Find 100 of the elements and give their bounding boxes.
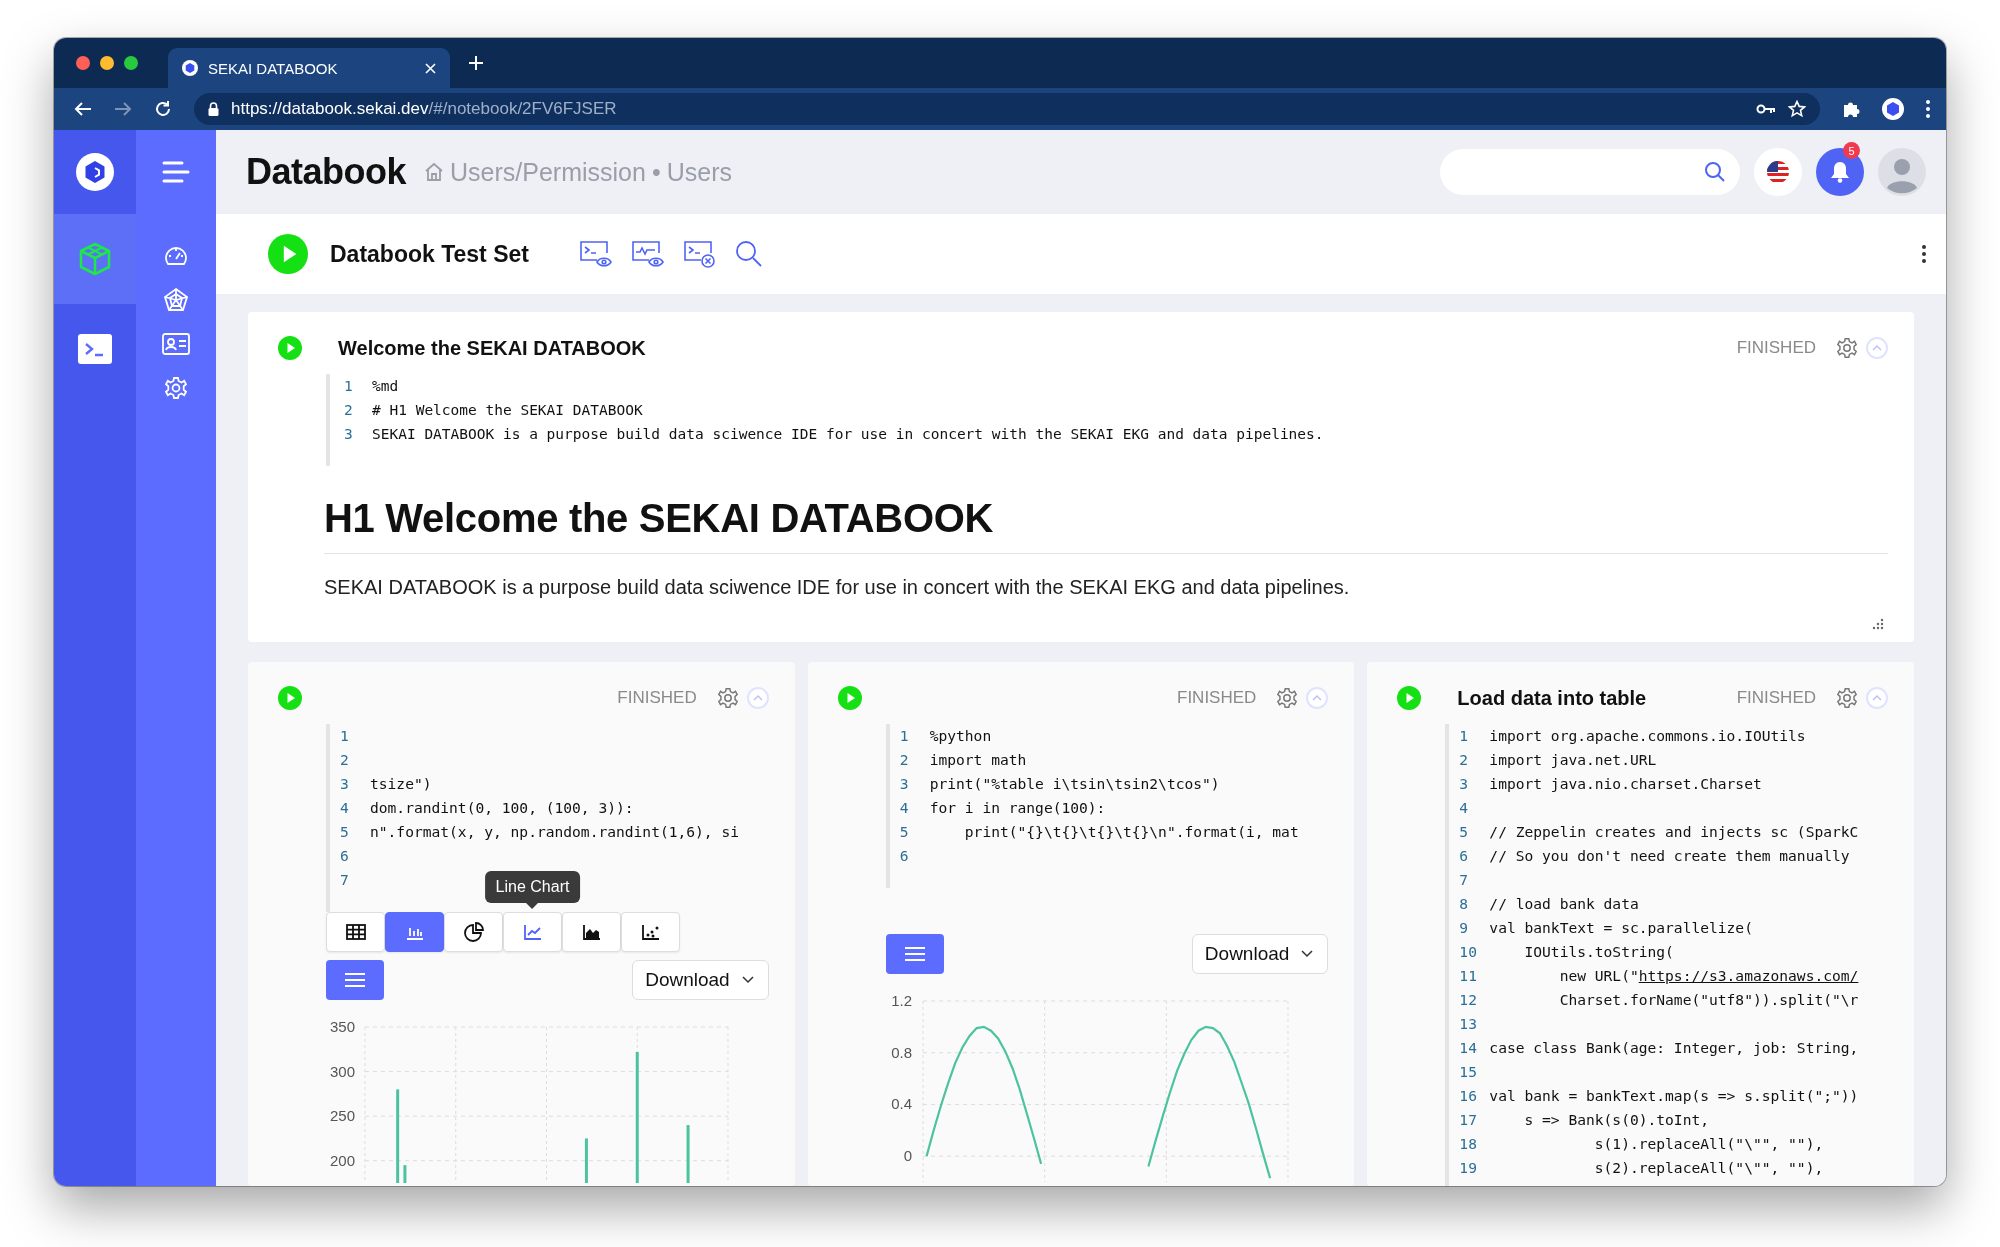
code-line: n".format(x, y, np.random.randint(1,6), si xyxy=(370,822,740,842)
area-chart-icon xyxy=(582,924,601,940)
caret-icon xyxy=(1872,695,1882,701)
paragraph-title: Welcome the SEKAI DATABOOK xyxy=(338,336,646,360)
chart-eye-icon[interactable] xyxy=(630,240,665,268)
notification-badge: 5 xyxy=(1843,142,1860,159)
notifications-button[interactable] xyxy=(1816,148,1864,196)
code-line: s(1).replaceAll("\"", ""), xyxy=(1593,1134,1824,1154)
download-button[interactable]: Download xyxy=(1191,934,1329,974)
code-line: %python xyxy=(929,726,992,746)
line-number: 4 xyxy=(339,798,350,818)
line-number: 5 xyxy=(339,822,350,842)
cube-icon xyxy=(77,241,113,277)
breadcrumb-separator: • xyxy=(651,157,661,187)
axis-label: 350 xyxy=(329,1018,355,1035)
axis-label: 1.2 xyxy=(890,992,912,1009)
close-window-button[interactable] xyxy=(76,56,90,70)
hexagon-icon xyxy=(182,60,198,76)
settings-icon[interactable] xyxy=(1836,687,1858,709)
puzzle-icon[interactable] xyxy=(1842,100,1860,118)
line-number: 4 xyxy=(1458,798,1470,818)
axis-label: 0 xyxy=(903,1147,912,1165)
line-number: 7 xyxy=(1458,870,1470,890)
code-line: SEKAI DATABOOK is a purpose build data sciwence IDE for use in concert with the SEKAI EKG and data pipelines. xyxy=(372,425,1324,444)
bar xyxy=(584,1138,588,1183)
line-number: 2 xyxy=(898,750,910,770)
download-button[interactable]: Download xyxy=(632,960,769,1000)
forward-icon[interactable] xyxy=(114,101,132,117)
search-icon[interactable] xyxy=(734,240,763,268)
code-line: import java.nio.charset.Charset xyxy=(1489,774,1762,794)
reload-icon[interactable] xyxy=(154,100,172,118)
line-number: 1 xyxy=(339,726,350,746)
search-icon[interactable] xyxy=(1704,161,1726,183)
code-link[interactable]: https://s3.amazonaws.com/ xyxy=(1638,967,1859,984)
line-number: 16 xyxy=(1458,1086,1478,1106)
menu-icon[interactable] xyxy=(162,161,190,183)
code-line: # H1 Welcome the SEKAI DATABOOK xyxy=(372,401,643,420)
kebab-menu-icon[interactable] xyxy=(1922,245,1926,263)
star-icon[interactable] xyxy=(1788,100,1806,118)
back-icon[interactable] xyxy=(74,101,92,117)
status-label: FINISHED xyxy=(1736,338,1816,358)
line-number: 12 xyxy=(1458,990,1478,1010)
menu-button[interactable] xyxy=(326,960,384,1000)
markdown-paragraph: SEKAI DATABOOK is a purpose build data sciwence IDE for use in concert with the SEKAI EKG and data pipelines. xyxy=(324,576,1351,599)
menu-button[interactable] xyxy=(885,934,944,974)
code-line: val bank = bankText.map(s => s.split(";")) xyxy=(1489,1086,1859,1106)
terminal-eye-icon[interactable] xyxy=(578,240,613,268)
line-number: 1 xyxy=(343,377,354,396)
id-card-icon[interactable] xyxy=(162,333,190,355)
code-line: %md xyxy=(372,377,399,396)
code-line: for i in range(100): xyxy=(929,798,1106,818)
resize-handle[interactable] xyxy=(1872,618,1884,630)
settings-icon[interactable] xyxy=(1836,337,1858,359)
pie-chart-icon xyxy=(463,922,484,942)
language-button[interactable] xyxy=(1754,148,1802,196)
kebab-menu-icon[interactable] xyxy=(1926,100,1930,118)
notebook-title: Databook Test Set xyxy=(330,240,529,268)
hexagon-logo[interactable] xyxy=(76,153,114,191)
line-number: 19 xyxy=(1458,1158,1478,1178)
settings-icon[interactable] xyxy=(1276,687,1299,709)
browser-tab[interactable]: SEKAI DATABOOK xyxy=(168,48,450,88)
line-number: 6 xyxy=(898,846,910,866)
code-line: case class Bank(age: Integer, job: String, xyxy=(1489,1038,1859,1058)
axis-label: 0.4 xyxy=(890,1095,912,1113)
line-number: 10 xyxy=(1458,942,1478,962)
code-line: s(2).replaceAll("\"", ""), xyxy=(1593,1158,1824,1178)
search-field[interactable] xyxy=(1440,149,1740,195)
radar-icon[interactable] xyxy=(163,287,189,313)
table-icon xyxy=(345,924,366,940)
new-tab-icon[interactable] xyxy=(468,55,484,71)
bell-icon xyxy=(1830,161,1850,183)
code-line: print("{}\t{}\t{}\t{}\n".format(i, mat xyxy=(963,822,1299,842)
status-label: FINISHED xyxy=(617,688,697,708)
terminal-close-icon[interactable] xyxy=(682,240,717,268)
close-icon[interactable] xyxy=(425,62,436,74)
bar xyxy=(686,1125,690,1183)
status-label: FINISHED xyxy=(1177,688,1257,708)
settings-icon[interactable] xyxy=(716,687,739,709)
axis-label: 200 xyxy=(329,1151,355,1169)
paragraph-title: Load data into table xyxy=(1457,686,1647,710)
caret-icon xyxy=(1301,950,1314,958)
maximize-button[interactable] xyxy=(124,56,138,70)
line-number: 6 xyxy=(339,846,350,866)
line-number: 3 xyxy=(343,425,354,444)
line-number: 3 xyxy=(898,774,910,794)
code-line: // So you don't need create them manually xyxy=(1489,846,1850,866)
code-line: dom.randint(0, 100, (100, 3)): xyxy=(370,798,634,818)
axis-label: 0.8 xyxy=(890,1043,912,1061)
gauge-icon[interactable] xyxy=(163,244,189,268)
key-icon[interactable] xyxy=(1756,103,1776,115)
line-number: 1 xyxy=(898,726,910,746)
code-line: val bankText = sc.parallelize( xyxy=(1489,918,1753,938)
code-line: IOUtils.toString( xyxy=(1523,942,1674,962)
line-number: 11 xyxy=(1458,966,1478,986)
code-line: import math xyxy=(929,750,1027,770)
code-line: import java.net.URL xyxy=(1489,750,1657,770)
address-bar[interactable]: https://databook.sekai.dev/#/notebook/2FV6FJSER xyxy=(194,93,1820,125)
code-line: // load bank data xyxy=(1489,894,1639,914)
line-number: 3 xyxy=(1458,774,1470,794)
minimize-button[interactable] xyxy=(100,56,114,70)
